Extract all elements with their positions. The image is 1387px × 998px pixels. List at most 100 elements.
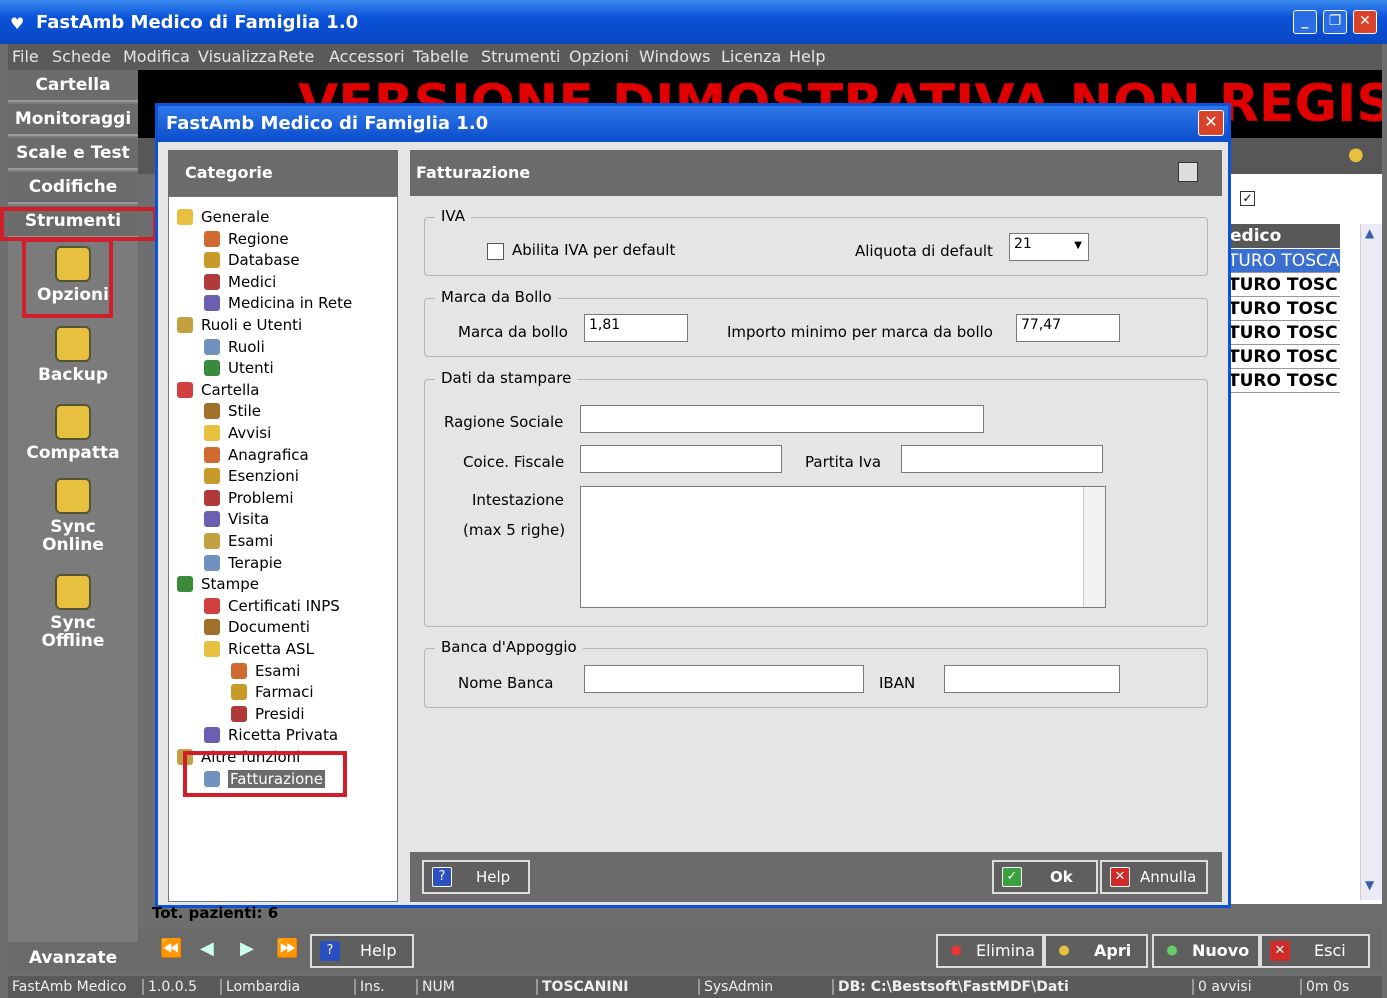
intestazione-scrollbar[interactable] [1083, 487, 1105, 607]
status-avvisi: 0 avvisi [1192, 979, 1252, 995]
menu-licenza[interactable]: Licenza [721, 47, 781, 66]
tree-node[interactable]: Ruoli e Utenti [177, 315, 302, 335]
users-icon [204, 360, 220, 377]
nav-scale-test-button[interactable]: Scale e Test [8, 138, 138, 170]
avanzate-button[interactable]: Avanzate [8, 942, 138, 974]
tree-node[interactable]: Visita [204, 509, 269, 529]
table-row[interactable]: TURO TOSCA [1228, 249, 1340, 273]
elimina-button[interactable]: ● Elimina [936, 934, 1044, 968]
codice-fiscale-field[interactable] [580, 445, 782, 473]
iban-field[interactable] [944, 665, 1120, 693]
tree-node[interactable]: Esami [204, 531, 273, 551]
menu-visualizza[interactable]: Visualizza [198, 47, 277, 66]
abilita-iva-checkbox[interactable] [487, 243, 504, 260]
nav-help-button[interactable]: ? Help [310, 934, 414, 968]
previous-record-icon[interactable]: ◀ [200, 938, 214, 959]
tree-node-label: Ruoli [228, 337, 265, 356]
annulla-button[interactable]: ✕ Annulla [1100, 860, 1208, 894]
menu-schede[interactable]: Schede [52, 47, 111, 66]
doctors-icon [204, 273, 220, 290]
open-user-icon: ● [1058, 943, 1070, 958]
tree-node[interactable]: Ruoli [204, 337, 265, 357]
nav-monitoraggi-button[interactable]: Monitoraggi [8, 104, 138, 136]
first-record-icon[interactable]: ⏪ [160, 938, 182, 959]
tree-node[interactable]: Certificati INPS [204, 596, 340, 616]
menu-help[interactable]: Help [789, 47, 825, 66]
aliquota-select[interactable]: 21 ▼ [1009, 233, 1089, 261]
tree-node[interactable]: Generale [177, 207, 269, 227]
marca-bollo-field[interactable]: 1,81 [584, 314, 688, 342]
table-row[interactable]: TURO TOSC [1228, 369, 1340, 393]
table-row[interactable]: TURO TOSC [1228, 273, 1340, 297]
grid-column-header[interactable]: edico [1228, 224, 1340, 248]
table-row[interactable]: TURO TOSC [1228, 297, 1340, 321]
tree-node[interactable]: Stile [204, 401, 261, 421]
grid-scrollbar[interactable]: ▲ ▼ [1360, 224, 1382, 900]
restore-button[interactable]: ❐ [1323, 10, 1347, 34]
exit-icon: ✕ [1270, 941, 1290, 961]
tree-node[interactable]: Database [204, 250, 300, 270]
tree-node[interactable]: Cartella [177, 380, 259, 400]
bollo-group-label: Marca da Bollo [435, 288, 558, 306]
dialog-close-button[interactable]: ✕ [1198, 110, 1224, 136]
last-record-icon[interactable]: ⏩ [276, 938, 298, 959]
tree-node[interactable]: Avvisi [204, 423, 271, 443]
compatta-button[interactable]: Compatta [8, 404, 138, 462]
nav-cartella-button[interactable]: Cartella [8, 70, 138, 102]
dati-stampare-group: Dati da stampare Ragione Sociale Coice. … [424, 369, 1208, 627]
ragione-sociale-label: Ragione Sociale [444, 413, 564, 431]
documents-icon [204, 619, 220, 636]
tree-node[interactable]: Esenzioni [204, 466, 299, 486]
dialog-help-button[interactable]: ? Help [422, 860, 530, 894]
menu-windows[interactable]: Windows [639, 47, 710, 66]
tree-node[interactable]: Problemi [204, 488, 294, 508]
menu-tabelle[interactable]: Tabelle [413, 47, 469, 66]
partita-iva-label: Partita Iva [805, 453, 882, 471]
next-record-icon[interactable]: ▶ [240, 938, 254, 959]
ok-button[interactable]: ✓ Ok [992, 860, 1098, 894]
pill-icon [204, 554, 220, 571]
close-window-button[interactable]: ✕ [1353, 10, 1377, 34]
tree-node[interactable]: Regione [204, 229, 289, 249]
importo-minimo-field[interactable]: 77,47 [1016, 314, 1120, 342]
nav-codifiche-button[interactable]: Codifiche [8, 172, 138, 204]
esci-button[interactable]: ✕ Esci [1260, 934, 1370, 968]
tree-node[interactable]: Medicina in Rete [204, 293, 352, 313]
ragione-sociale-field[interactable] [580, 405, 984, 433]
tree-node-label: Cartella [201, 380, 260, 399]
sync-offline-button[interactable]: Sync Offline [8, 574, 138, 650]
backup-button[interactable]: Backup [8, 326, 138, 384]
tree-node[interactable]: Medici [204, 272, 276, 292]
tree-node[interactable]: Utenti [204, 358, 274, 378]
intestazione-textarea[interactable] [580, 486, 1106, 608]
partita-iva-field[interactable] [901, 445, 1103, 473]
table-row[interactable]: TURO TOSC [1228, 345, 1340, 369]
tree-node[interactable]: Ricetta ASL [204, 639, 314, 659]
menu-opzioni[interactable]: Opzioni [569, 47, 629, 66]
nuovo-button[interactable]: ● Nuovo [1152, 934, 1260, 968]
tree-node[interactable]: Esami [231, 661, 300, 681]
nome-banca-field[interactable] [584, 665, 864, 693]
tree-node[interactable]: Documenti [204, 617, 310, 637]
menu-strumenti[interactable]: Strumenti [481, 47, 560, 66]
minimize-button[interactable]: _ [1293, 10, 1317, 34]
scroll-down-icon[interactable]: ▼ [1365, 878, 1374, 892]
folder-icon [177, 381, 193, 398]
menu-file[interactable]: File [12, 47, 39, 66]
apri-button[interactable]: ● Apri [1044, 934, 1148, 968]
tree-node[interactable]: Presidi [231, 704, 305, 724]
tree-node[interactable]: Ricetta Privata [204, 725, 338, 745]
left-nav-panel: Cartella Monitoraggi Scale e Test Codifi… [8, 70, 138, 968]
menu-modifica[interactable]: Modifica [123, 47, 190, 66]
solo-attuali-checkbox[interactable]: ✓ Solo Attuali [1240, 186, 1366, 206]
sync-online-button[interactable]: Sync Online [8, 478, 138, 554]
scroll-up-icon[interactable]: ▲ [1365, 226, 1374, 240]
menu-accessori[interactable]: Accessori [329, 47, 405, 66]
tree-node[interactable]: Terapie [204, 553, 282, 573]
menu-rete[interactable]: Rete [278, 47, 314, 66]
table-row[interactable]: TURO TOSC [1228, 321, 1340, 345]
tree-node[interactable]: Farmaci [231, 682, 314, 702]
tree-node[interactable]: Anagrafica [204, 445, 309, 465]
tree-node[interactable]: Stampe [177, 574, 259, 594]
tree-node-label: Stile [228, 402, 261, 421]
